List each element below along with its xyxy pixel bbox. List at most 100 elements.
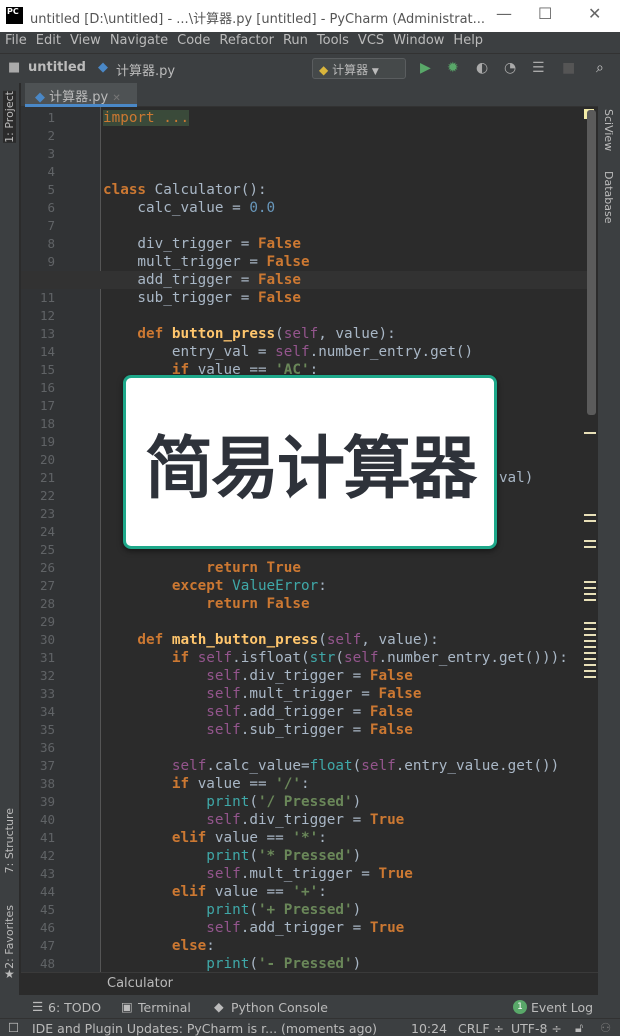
error-stripe-marker[interactable] [584, 658, 596, 660]
code-line[interactable]: add_trigger = False [21, 271, 588, 289]
menu-view[interactable]: View [65, 32, 105, 53]
code-line[interactable] [103, 739, 588, 757]
code-line[interactable]: self.add_trigger = False [103, 703, 588, 721]
code-line[interactable]: print('+ Pressed') [103, 901, 588, 919]
status-message[interactable]: IDE and Plugin Updates: PyCharm is r... … [32, 1021, 377, 1036]
code-line[interactable]: return False [103, 595, 588, 613]
debug-icon[interactable]: ✹ [447, 60, 459, 76]
breadcrumb-project[interactable]: untitled [28, 60, 86, 75]
menu-navigate[interactable]: Navigate [105, 32, 172, 53]
breadcrumb-file[interactable]: 计算器.py [116, 60, 175, 79]
error-stripe-marker[interactable] [584, 587, 596, 589]
code-line[interactable] [103, 145, 588, 163]
code-line[interactable]: self.div_trigger = False [103, 667, 588, 685]
code-line[interactable]: if self.isfloat(str(self.number_entry.ge… [103, 649, 588, 667]
stop-icon[interactable]: ■ [562, 60, 575, 76]
search-icon[interactable]: ⌕ [596, 60, 604, 76]
code-line[interactable]: else: [103, 937, 588, 955]
error-stripe-marker[interactable] [584, 646, 596, 648]
run-icon[interactable]: ▶ [420, 60, 431, 76]
event-log-tool-button[interactable]: Event Log [531, 1000, 593, 1015]
error-stripe-marker[interactable] [584, 664, 596, 666]
code-line[interactable] [103, 127, 588, 145]
menu-edit[interactable]: Edit [31, 32, 65, 53]
menu-vcs[interactable]: VCS [353, 32, 388, 53]
code-line[interactable]: return True [103, 559, 588, 577]
menu-code[interactable]: Code [172, 32, 214, 53]
error-stripe-marker[interactable] [584, 670, 596, 672]
coverage-icon[interactable]: ◐ [476, 60, 488, 76]
menu-help[interactable]: Help [448, 32, 487, 53]
code-line[interactable] [103, 163, 588, 181]
line-separator[interactable]: CRLF ÷ [458, 1021, 504, 1036]
code-line[interactable]: def button_press(self, value): [103, 325, 588, 343]
error-stripe-marker[interactable] [584, 599, 596, 601]
code-line[interactable] [103, 217, 588, 235]
concurrency-icon[interactable]: ☰ [532, 60, 545, 76]
error-stripe-marker[interactable] [584, 581, 596, 583]
project-tool-button[interactable]: 1: Project [3, 91, 16, 143]
code-line[interactable]: self.calc_value=float(self.entry_value.g… [103, 757, 588, 775]
error-stripe-marker[interactable] [584, 514, 596, 516]
error-stripe-marker[interactable] [584, 676, 596, 678]
toggle-tool-windows-icon[interactable]: ☐ [8, 1020, 19, 1035]
code-line[interactable]: self.sub_trigger = False [103, 721, 588, 739]
file-encoding[interactable]: UTF-8 ÷ [511, 1021, 562, 1036]
error-stripe-marker[interactable] [584, 593, 596, 595]
code-line[interactable]: div_trigger = False [103, 235, 588, 253]
code-line[interactable]: import ... [103, 109, 588, 127]
error-stripe-marker[interactable] [584, 634, 596, 636]
code-line[interactable]: self.mult_trigger = True [103, 865, 588, 883]
menu-run[interactable]: Run [278, 32, 312, 53]
database-tool-button[interactable]: Database [602, 171, 615, 224]
code-line[interactable]: def math_button_press(self, value): [103, 631, 588, 649]
close-tab-icon[interactable]: ✕ [112, 93, 120, 104]
error-stripe-marker[interactable] [584, 652, 596, 654]
lock-icon[interactable]: 🔓︎ [575, 1020, 583, 1036]
code-line[interactable]: elif value == '*': [103, 829, 588, 847]
minimize-button[interactable]: — [496, 4, 512, 23]
code-line[interactable]: elif value == '+': [103, 883, 588, 901]
error-stripe-marker[interactable] [584, 540, 596, 542]
code-line[interactable]: self.add_trigger = True [103, 919, 588, 937]
code-line[interactable]: sub_trigger = False [103, 289, 588, 307]
profile-icon[interactable]: ◔ [504, 60, 516, 76]
code-line[interactable]: except ValueError: [103, 577, 588, 595]
maximize-button[interactable]: ☐ [538, 4, 552, 23]
sciview-tool-button[interactable]: SciView [602, 109, 615, 151]
error-stripe-marker[interactable] [584, 622, 596, 624]
structure-tool-button[interactable]: 7: Structure [3, 808, 16, 873]
code-line[interactable] [103, 307, 588, 325]
code-line[interactable]: calc_value = 0.0 [103, 199, 588, 217]
code-line[interactable]: self.div_trigger = True [103, 811, 588, 829]
run-config-select[interactable]: ◆ 计算器 ▼ [312, 58, 406, 79]
error-stripe-marker[interactable] [584, 432, 596, 434]
python-console-tool-button[interactable]: Python Console [231, 1000, 328, 1015]
error-stripe-marker[interactable] [584, 640, 596, 642]
error-stripe-marker[interactable] [584, 628, 596, 630]
code-line[interactable] [103, 613, 588, 631]
code-line[interactable]: mult_trigger = False [103, 253, 588, 271]
code-line[interactable]: entry_val = self.number_entry.get() [103, 343, 588, 361]
code-line[interactable]: class Calculator(): [103, 181, 588, 199]
close-button[interactable]: ✕ [588, 4, 601, 23]
code-line[interactable]: print('* Pressed') [103, 847, 588, 865]
todo-tool-button[interactable]: 6: TODO [48, 1000, 101, 1015]
inspector-icon[interactable]: ⚇ [600, 1020, 611, 1035]
favorites-tool-button[interactable]: 2: Favorites [3, 905, 16, 969]
code-line[interactable]: print('- Pressed') [103, 955, 588, 972]
code-breadcrumb[interactable]: Calculator [21, 972, 598, 995]
code-line[interactable]: self.mult_trigger = False [103, 685, 588, 703]
tab-calculator-py[interactable]: ◆ 计算器.py ✕ [25, 83, 137, 107]
error-stripe-marker[interactable] [584, 520, 596, 522]
menu-file[interactable]: File [0, 32, 31, 53]
code-line[interactable]: print('/ Pressed') [103, 793, 588, 811]
menu-refactor[interactable]: Refactor [214, 32, 278, 53]
editor-scrollbar[interactable] [587, 110, 596, 415]
terminal-tool-button[interactable]: Terminal [138, 1000, 191, 1015]
menu-tools[interactable]: Tools [312, 32, 353, 53]
caret-position[interactable]: 10:24 [411, 1021, 447, 1036]
menu-window[interactable]: Window [388, 32, 448, 53]
code-line[interactable]: if value == '/': [103, 775, 588, 793]
error-stripe-marker[interactable] [584, 546, 596, 548]
